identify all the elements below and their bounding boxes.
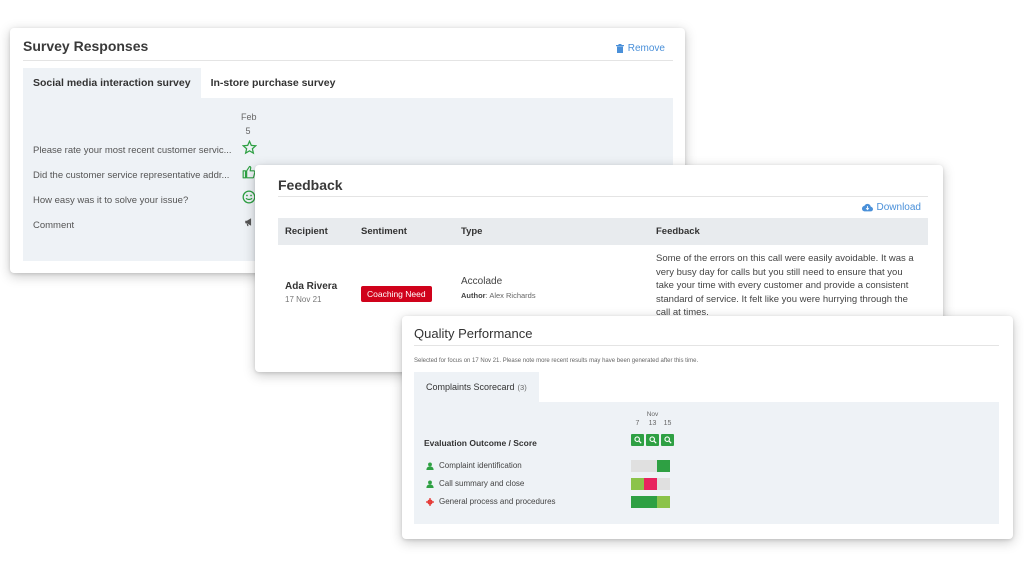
survey-tabs: Social media interaction survey In-store… <box>23 68 345 98</box>
col-recipient[interactable]: Recipient <box>285 226 328 237</box>
date-column-header: Feb 5 <box>241 110 257 138</box>
sentiment-badge: Coaching Need <box>361 286 432 302</box>
focus-note: Selected for focus on 17 Nov 21. Please … <box>414 358 699 364</box>
score-cell[interactable] <box>657 478 670 490</box>
question-rating: Please rate your most recent customer se… <box>33 145 232 156</box>
question-comment: Comment <box>33 220 75 231</box>
col-sentiment[interactable]: Sentiment <box>361 226 407 237</box>
date-month: Feb <box>241 112 257 122</box>
remove-button[interactable]: Remove <box>615 43 665 54</box>
day-label: 7 <box>635 420 640 427</box>
criterion-label: Call summary and close <box>439 479 525 488</box>
criterion-label: General process and procedures <box>439 497 556 506</box>
magnifier-icon[interactable] <box>661 434 674 446</box>
recipient-date: 17 Nov 21 <box>285 295 322 304</box>
day-label: 13 <box>648 420 657 427</box>
magnifier-icon[interactable] <box>631 434 644 446</box>
divider <box>23 60 673 61</box>
question-addressed: Did the customer service representative … <box>33 170 230 181</box>
criterion-general-process: General process and procedures <box>426 497 556 506</box>
day-label: 15 <box>663 420 672 427</box>
feedback-author: Author: Alex Richards <box>461 291 536 300</box>
tab-in-store-survey[interactable]: In-store purchase survey <box>201 68 346 98</box>
month-label: Nov <box>646 411 659 418</box>
col-feedback[interactable]: Feedback <box>656 226 700 237</box>
person-icon <box>426 479 434 488</box>
date-day: 5 <box>245 126 251 136</box>
feedback-title: Feedback <box>278 177 343 193</box>
magnifier-icon[interactable] <box>646 434 659 446</box>
criterion-call-summary: Call summary and close <box>426 479 524 488</box>
tab-label: Complaints Scorecard <box>426 382 515 392</box>
recipient-name: Ada Rivera <box>285 281 338 292</box>
score-cell[interactable] <box>644 460 657 472</box>
evaluation-outcome-label: Evaluation Outcome / Score <box>424 438 537 448</box>
remove-label: Remove <box>627 43 665 54</box>
scorecard-panel: Nov 7 13 15 Evaluation Outcome / Score C… <box>414 402 999 524</box>
star-outline-icon[interactable] <box>241 139 257 155</box>
col-type[interactable]: Type <box>461 226 482 237</box>
quality-performance-card: Quality Performance Selected for focus o… <box>402 316 1013 539</box>
feedback-text: Some of the errors on this call were eas… <box>656 253 914 318</box>
author-name: : Alex Richards <box>485 291 536 300</box>
tab-complaints-scorecard[interactable]: Complaints Scorecard (3) <box>414 372 539 402</box>
score-cell[interactable] <box>631 478 644 490</box>
divider <box>278 196 928 197</box>
trash-icon <box>615 44 624 53</box>
question-ease: How easy was it to solve your issue? <box>33 195 189 206</box>
cloud-download-icon <box>861 203 873 212</box>
download-button[interactable]: Download <box>861 202 921 213</box>
download-label: Download <box>876 202 921 213</box>
criterion-label: Complaint identification <box>439 461 522 470</box>
survey-title: Survey Responses <box>23 38 149 54</box>
feedback-table-header: Recipient Sentiment Type Feedback <box>278 218 928 245</box>
score-cell[interactable] <box>657 460 670 472</box>
tab-count: (3) <box>517 382 527 392</box>
gear-icon <box>426 497 434 506</box>
divider <box>414 345 999 346</box>
score-cell[interactable] <box>644 478 657 490</box>
score-cell[interactable] <box>657 496 670 508</box>
quality-title: Quality Performance <box>414 326 533 341</box>
score-cell[interactable] <box>631 460 644 472</box>
tab-social-media-survey[interactable]: Social media interaction survey <box>23 68 201 98</box>
score-cell[interactable] <box>644 496 657 508</box>
criterion-complaint-identification: Complaint identification <box>426 461 522 470</box>
score-cell[interactable] <box>631 496 644 508</box>
author-label: Author <box>461 291 486 300</box>
person-icon <box>426 461 434 470</box>
feedback-type: Accolade <box>461 276 503 287</box>
